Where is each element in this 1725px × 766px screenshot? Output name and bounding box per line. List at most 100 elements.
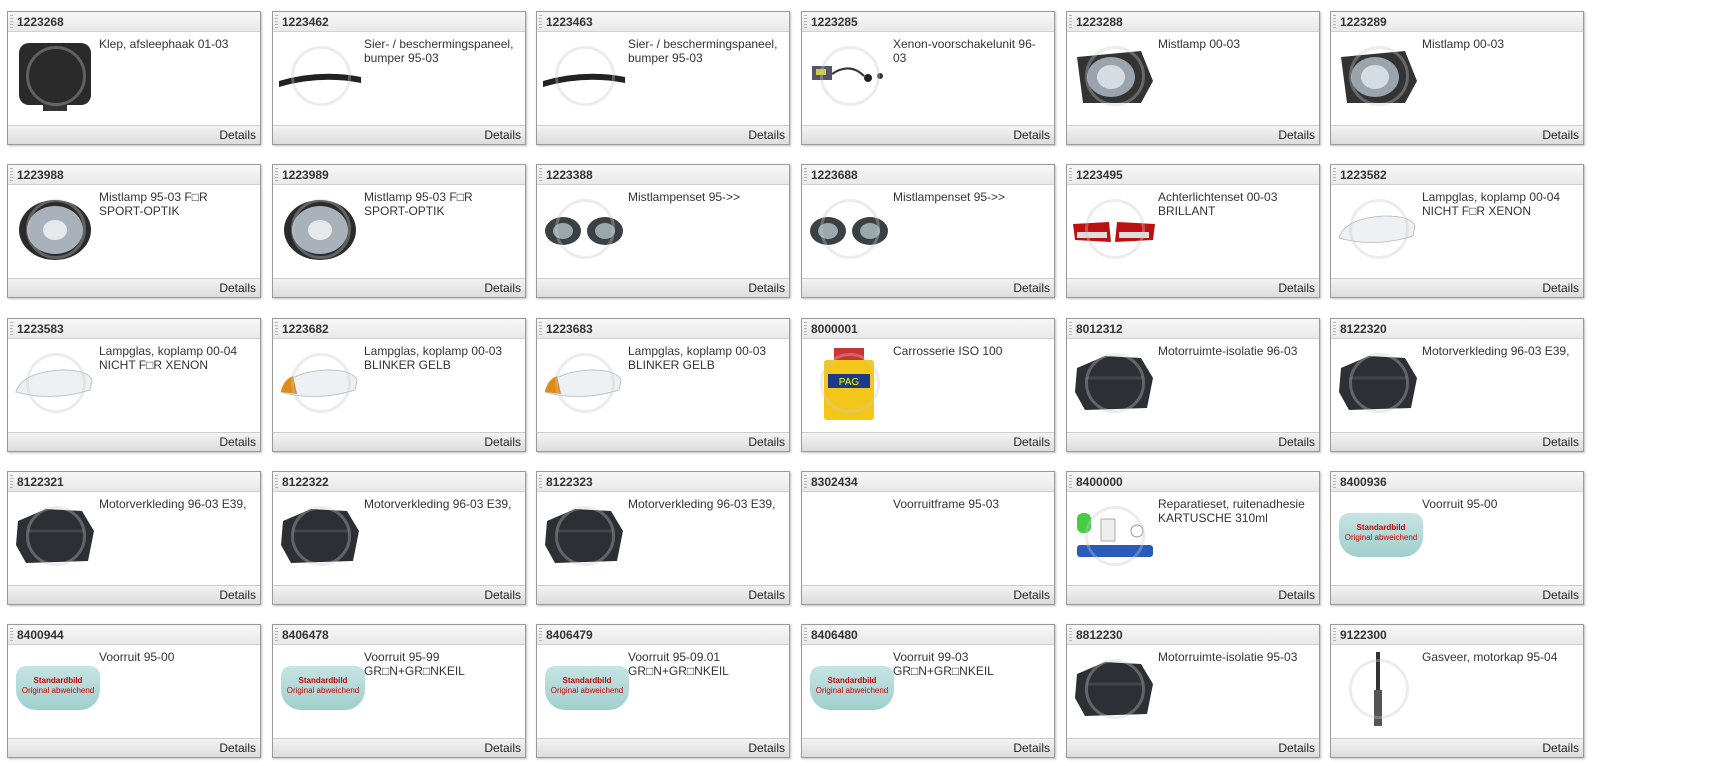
details-link[interactable]: Details [1013,281,1054,295]
product-image[interactable] [1071,495,1157,579]
product-card[interactable]: 1223289 Mistlamp 00-03 Details [1330,11,1584,145]
product-card[interactable]: 8400944 Standardbild Original abweichend Vo… [7,624,261,758]
product-card[interactable]: 8122321 Motorverkleding 96-03 E39, Details [7,471,261,605]
product-card[interactable]: 1223388 Mistlampenset 95->> Details [536,164,790,298]
details-link[interactable]: Details [219,741,260,755]
product-image[interactable] [1071,188,1157,272]
card-header: 1223495 [1067,165,1319,185]
details-link[interactable]: Details [1542,741,1583,755]
details-link[interactable]: Details [748,588,789,602]
details-link[interactable]: Details [1013,128,1054,142]
details-link[interactable]: Details [219,128,260,142]
product-image[interactable] [1071,342,1157,426]
product-card[interactable]: 8400936 Standardbild Original abweichend Vo… [1330,471,1584,605]
details-link[interactable]: Details [748,435,789,449]
product-image[interactable]: Standardbild Original abweichend [1335,495,1423,579]
product-image[interactable] [1335,342,1421,426]
product-card[interactable]: 1223988 Mistlamp 95-03 F□R SPORT-OPTIK Det… [7,164,261,298]
details-link[interactable]: Details [1013,741,1054,755]
product-card[interactable]: 1223688 Mistlampenset 95->> Details [801,164,1055,298]
details-link[interactable]: Details [1542,281,1583,295]
product-card[interactable]: 1223268 Klep, afsleephaak 01-03 Details [7,11,261,145]
details-link[interactable]: Details [1278,588,1319,602]
details-link[interactable]: Details [484,588,525,602]
product-image[interactable]: Standardbild Original abweichend [277,648,365,732]
product-image[interactable]: Standardbild Original abweichend [541,648,629,732]
card-body: Reparatieset, ruitenadhesie KARTUSCHE 31… [1067,493,1319,586]
product-image[interactable] [806,35,892,119]
grip-icon [1333,15,1336,28]
product-card[interactable]: 8812230 Motorruimte-isolatie 95-03 Details [1066,624,1320,758]
product-image[interactable] [541,35,627,119]
watermark-logo [26,353,86,413]
details-link[interactable]: Details [1542,588,1583,602]
product-card[interactable]: 8406479 Standardbild Original abweichend Vo… [536,624,790,758]
product-card[interactable]: 1223682 Lampglas, koplamp 00-03 BLINKER G… [272,318,526,452]
product-image[interactable] [277,495,363,579]
product-image[interactable]: PAG [806,342,892,426]
product-image[interactable] [277,35,363,119]
details-link[interactable]: Details [219,588,260,602]
details-link[interactable]: Details [1013,435,1054,449]
details-link[interactable]: Details [1013,588,1054,602]
product-card[interactable]: 8406480 Standardbild Original abweichend Vo… [801,624,1055,758]
product-card[interactable]: 8400000 Reparatieset, ruitenadhesie KARTU… [1066,471,1320,605]
product-card[interactable]: 1223495 Achterlichtenset 00-03 BRILLANT De… [1066,164,1320,298]
details-link[interactable]: Details [748,281,789,295]
details-link[interactable]: Details [1278,281,1319,295]
product-image[interactable]: Standardbild Original abweichend [806,648,894,732]
product-image[interactable] [541,342,627,426]
details-link[interactable]: Details [484,435,525,449]
article-number: 1223285 [811,15,858,29]
product-card[interactable]: 1223582 Lampglas, koplamp 00-04 NICHT F□R… [1330,164,1584,298]
details-link[interactable]: Details [1278,435,1319,449]
product-card[interactable]: 1223285 Xenon-voorschakelunit 96-03 Detail… [801,11,1055,145]
card-footer: Details [537,278,789,297]
details-link[interactable]: Details [748,128,789,142]
product-card[interactable]: 8122320 Motorverkleding 96-03 E39, Details [1330,318,1584,452]
product-card[interactable]: 8302434 Voorruitframe 95-03 Details [801,471,1055,605]
card-header: 8406478 [273,625,525,645]
details-link[interactable]: Details [748,741,789,755]
details-link[interactable]: Details [1278,128,1319,142]
product-image[interactable] [12,495,98,579]
product-card[interactable]: 8012312 Motorruimte-isolatie 96-03 Details [1066,318,1320,452]
product-image[interactable] [1335,35,1421,119]
product-image[interactable] [12,188,98,272]
details-link[interactable]: Details [1542,435,1583,449]
product-image[interactable] [806,188,892,272]
card-footer: Details [537,738,789,757]
details-link[interactable]: Details [219,435,260,449]
product-card[interactable]: 1223989 Mistlamp 95-03 F□R SPORT-OPTIK Det… [272,164,526,298]
product-card[interactable]: 8000001 PAG Carrosserie ISO 100 Details [801,318,1055,452]
product-image[interactable] [277,188,363,272]
product-image[interactable] [1071,648,1157,732]
product-image[interactable] [1071,35,1157,119]
product-image[interactable] [1335,648,1421,732]
product-card[interactable]: 8122323 Motorverkleding 96-03 E39, Details [536,471,790,605]
details-link[interactable]: Details [219,281,260,295]
product-image[interactable] [806,495,892,579]
product-card[interactable]: 1223583 Lampglas, koplamp 00-04 NICHT F□R… [7,318,261,452]
product-card[interactable]: 9122300 Gasveer, motorkap 95-04 Details [1330,624,1584,758]
product-card[interactable]: 8406478 Standardbild Original abweichend Vo… [272,624,526,758]
product-image[interactable] [12,35,98,119]
details-link[interactable]: Details [484,741,525,755]
details-link[interactable]: Details [484,128,525,142]
product-image[interactable] [1335,188,1421,272]
product-grid: 1223268 Klep, afsleephaak 01-03 Details 122… [0,0,1725,766]
product-card[interactable]: 1223463 Sier- / beschermingspaneel, bumpe… [536,11,790,145]
product-image[interactable]: Standardbild Original abweichend [12,648,100,732]
product-card[interactable]: 1223288 Mistlamp 00-03 Details [1066,11,1320,145]
product-image[interactable] [541,188,627,272]
details-link[interactable]: Details [484,281,525,295]
standardbild-label: Standardbild [298,676,348,685]
product-image[interactable] [12,342,98,426]
product-card[interactable]: 8122322 Motorverkleding 96-03 E39, Details [272,471,526,605]
product-image[interactable] [277,342,363,426]
details-link[interactable]: Details [1542,128,1583,142]
product-card[interactable]: 1223462 Sier- / beschermingspaneel, bumpe… [272,11,526,145]
product-card[interactable]: 1223683 Lampglas, koplamp 00-03 BLINKER G… [536,318,790,452]
details-link[interactable]: Details [1278,741,1319,755]
product-image[interactable] [541,495,627,579]
